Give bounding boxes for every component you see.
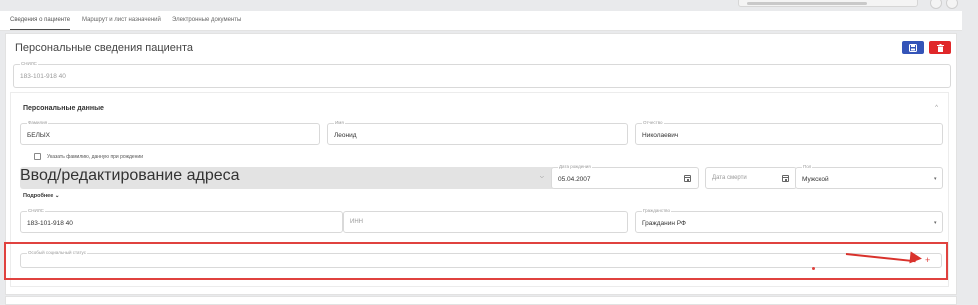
panel-title: Персональные сведения пациента xyxy=(15,42,193,54)
search-box[interactable] xyxy=(738,0,918,7)
snils-label: СНИЛС xyxy=(27,208,45,214)
birthdate-value: 05.04.2007 xyxy=(558,176,591,183)
save-button[interactable] xyxy=(902,41,924,54)
tab-bar: Сведения о пациенте Маршрут и лист назна… xyxy=(0,11,962,31)
deathdate-field[interactable]: Дата смерти xyxy=(705,167,797,189)
citizenship-field[interactable]: Гражданство Гражданин РФ ▾ xyxy=(635,208,943,233)
address-chevron-icon: ⌵ xyxy=(540,174,544,180)
snils-top-value: 183-101-918 40 xyxy=(20,73,66,80)
user-icon[interactable] xyxy=(930,0,942,9)
lastname-field[interactable]: Фамилия БЕЛЫХ xyxy=(20,120,320,145)
firstname-value: Леонид xyxy=(334,132,357,139)
save-icon xyxy=(909,43,917,52)
calendar-icon[interactable] xyxy=(684,175,691,182)
gender-label: Пол xyxy=(802,164,813,170)
snils-top-label: СНИЛС xyxy=(20,61,38,67)
lastname-label: Фамилия xyxy=(27,120,49,126)
annotation-arrow-head xyxy=(909,251,923,265)
inn-field[interactable]: ИНН xyxy=(343,211,628,233)
add-social-status-button[interactable]: + xyxy=(925,255,930,265)
citizenship-chevron-icon: ▾ xyxy=(934,220,937,226)
patronymic-field[interactable]: Отчество Николаевич xyxy=(635,120,943,145)
tab-patient-info[interactable]: Сведения о пациенте xyxy=(10,15,71,30)
inn-placeholder: ИНН xyxy=(350,219,363,225)
citizenship-value: Гражданин РФ xyxy=(642,220,686,227)
citizenship-label: Гражданство xyxy=(642,208,671,214)
annotation-highlight-box xyxy=(4,242,948,280)
chevron-down-icon: ⌄ xyxy=(54,193,60,199)
snils-field[interactable]: СНИЛС 183-101-918 40 xyxy=(20,208,343,233)
help-icon[interactable] xyxy=(946,0,958,9)
patronymic-value: Николаевич xyxy=(642,132,679,139)
birth-surname-checkbox[interactable] xyxy=(34,153,41,160)
patronymic-label: Отчество xyxy=(642,120,664,126)
delete-button[interactable] xyxy=(929,41,951,54)
address-field[interactable]: Ввод/редактирование адреса ⌵ xyxy=(20,167,555,189)
address-placeholder: Ввод/редактирование адреса xyxy=(20,167,240,184)
more-toggle[interactable]: Подробнее ⌄ xyxy=(23,193,59,199)
next-panel-edge xyxy=(5,296,957,305)
firstname-label: Имя xyxy=(334,120,345,126)
gender-field[interactable]: Пол Мужской ▾ xyxy=(795,164,943,189)
lastname-value: БЕЛЫХ xyxy=(27,132,50,139)
gender-chevron-icon: ▾ xyxy=(934,176,937,182)
deathdate-placeholder: Дата смерти xyxy=(712,175,747,181)
tab-route[interactable]: Маршрут и лист назначений xyxy=(82,15,161,30)
top-bar xyxy=(0,0,978,11)
section-title: Персональные данные xyxy=(23,105,104,112)
calendar-icon[interactable] xyxy=(782,175,789,182)
snils-value: 183-101-918 40 xyxy=(27,220,73,227)
firstname-field[interactable]: Имя Леонид xyxy=(327,120,628,145)
annotation-dot xyxy=(812,267,815,270)
birth-surname-label: Указать фамилию, данную при рождении xyxy=(47,154,144,160)
birthdate-field[interactable]: Дата рождения 05.04.2007 xyxy=(551,164,699,189)
tab-documents[interactable]: Электронные документы xyxy=(172,15,241,30)
trash-icon xyxy=(936,43,944,52)
gender-value: Мужской xyxy=(802,176,829,183)
collapse-chevron-icon[interactable]: ^ xyxy=(935,105,938,111)
snils-top-field[interactable]: СНИЛС 183-101-918 40 xyxy=(13,61,951,88)
birthdate-label: Дата рождения xyxy=(558,164,592,170)
